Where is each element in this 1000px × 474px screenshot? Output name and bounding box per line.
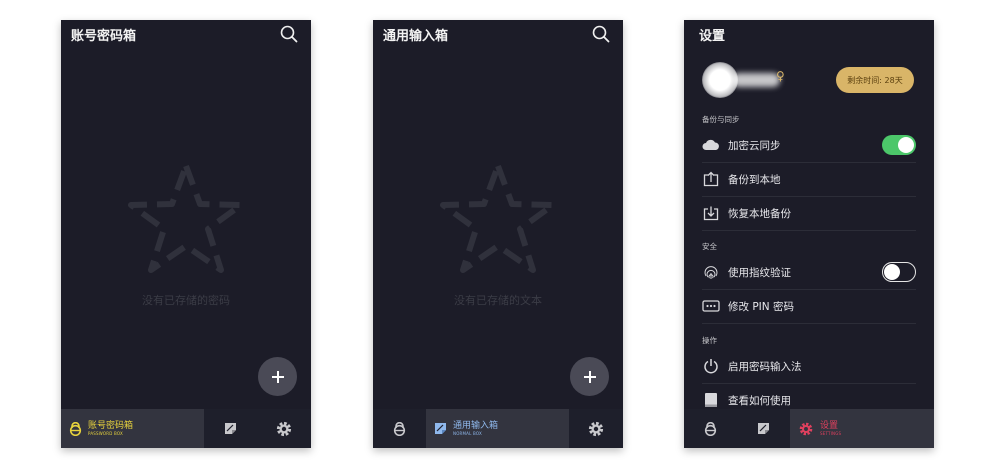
lock-icon: [393, 421, 406, 436]
cloud-icon: [702, 139, 719, 150]
row-label: 修改 PIN 密码: [728, 300, 794, 313]
tab-label: 通用输入箱: [453, 420, 499, 431]
tab-sublabel: NORMAL BOX: [453, 430, 482, 436]
section-header-operations: 操作: [702, 336, 717, 345]
password-box-screen: 账号密码箱 没有已存储的密码 账号密码箱 PASSWORD BOX: [61, 20, 311, 448]
user-name-blurred: [732, 73, 780, 87]
search-icon: [592, 25, 610, 43]
download-icon: [703, 206, 719, 221]
tab-label: 账号密码箱: [88, 420, 134, 431]
page-title: 账号密码箱: [71, 29, 137, 44]
member-badge-icon: ♀: [776, 69, 785, 83]
row-label: 加密云同步: [728, 139, 781, 152]
tab-settings[interactable]: [569, 409, 623, 448]
note-icon: [435, 423, 446, 434]
page-title: 通用输入箱: [383, 29, 449, 44]
tab-password-box[interactable]: [684, 409, 737, 448]
empty-message: 没有已存储的文本: [454, 294, 542, 307]
section-header-backup: 备份与同步: [702, 115, 740, 124]
row-label: 查看如何使用: [728, 394, 791, 407]
add-button[interactable]: [570, 357, 609, 396]
tab-password-box[interactable]: [373, 409, 426, 448]
bottom-tab-bar: 通用输入箱 NORMAL BOX: [373, 409, 623, 448]
row-cloud-sync[interactable]: 加密云同步: [702, 128, 916, 163]
lock-icon: [69, 421, 82, 436]
empty-star-icon: [440, 163, 556, 273]
note-icon: [758, 423, 769, 434]
plus-icon: [583, 370, 596, 383]
pin-icon: [702, 300, 720, 312]
empty-message: 没有已存储的密码: [142, 294, 230, 307]
tab-sublabel: PASSWORD BOX: [88, 430, 123, 436]
page-title: 设置: [699, 29, 726, 44]
user-profile[interactable]: [702, 60, 780, 100]
tab-normal-box[interactable]: 通用输入箱 NORMAL BOX: [426, 409, 569, 448]
power-icon: [704, 359, 718, 374]
tab-settings[interactable]: 设置 SETTINGS: [790, 409, 934, 448]
search-button[interactable]: [279, 24, 299, 44]
lock-icon: [704, 421, 717, 436]
tab-normal-box[interactable]: [204, 409, 257, 448]
tab-sublabel: SETTINGS: [820, 430, 842, 436]
row-label: 恢复本地备份: [728, 207, 791, 220]
gear-icon: [276, 421, 292, 436]
bottom-tab-bar: 账号密码箱 PASSWORD BOX: [61, 409, 311, 448]
tab-normal-box[interactable]: [737, 409, 790, 448]
tab-settings[interactable]: [257, 409, 311, 448]
row-label: 备份到本地: [728, 173, 781, 186]
remaining-time-button[interactable]: 剩余时间: 28天: [836, 67, 914, 93]
row-label: 使用指纹验证: [728, 266, 791, 279]
row-fingerprint[interactable]: 使用指纹验证: [702, 255, 916, 290]
search-icon: [280, 25, 298, 43]
note-icon: [225, 423, 236, 434]
row-restore-local[interactable]: 恢复本地备份: [702, 196, 916, 231]
upload-icon: [703, 171, 719, 187]
settings-screen: 设置 ♀ 剩余时间: 28天 备份与同步 加密云同步 备份到本地 恢复本地备份 …: [684, 20, 934, 448]
row-backup-local[interactable]: 备份到本地: [702, 162, 916, 197]
empty-star-icon: [128, 163, 244, 273]
cloud-sync-toggle[interactable]: [882, 135, 916, 155]
gear-icon: [799, 422, 813, 435]
normal-box-screen: 通用输入箱 没有已存储的文本 通用输入箱 NORMAL BOX: [373, 20, 623, 448]
row-label: 启用密码输入法: [728, 360, 802, 373]
add-button[interactable]: [258, 357, 297, 396]
fingerprint-icon: [704, 266, 718, 279]
tab-password-box[interactable]: 账号密码箱 PASSWORD BOX: [61, 409, 204, 448]
row-enable-ime[interactable]: 启用密码输入法: [702, 349, 916, 384]
bottom-tab-bar: 设置 SETTINGS: [684, 409, 934, 448]
row-change-pin[interactable]: 修改 PIN 密码: [702, 289, 916, 324]
gear-icon: [588, 421, 604, 436]
plus-icon: [271, 370, 284, 383]
search-button[interactable]: [591, 24, 611, 44]
book-icon: [705, 393, 717, 407]
fingerprint-toggle[interactable]: [882, 262, 916, 282]
tab-label: 设置: [820, 420, 839, 431]
section-header-security: 安全: [702, 242, 717, 251]
